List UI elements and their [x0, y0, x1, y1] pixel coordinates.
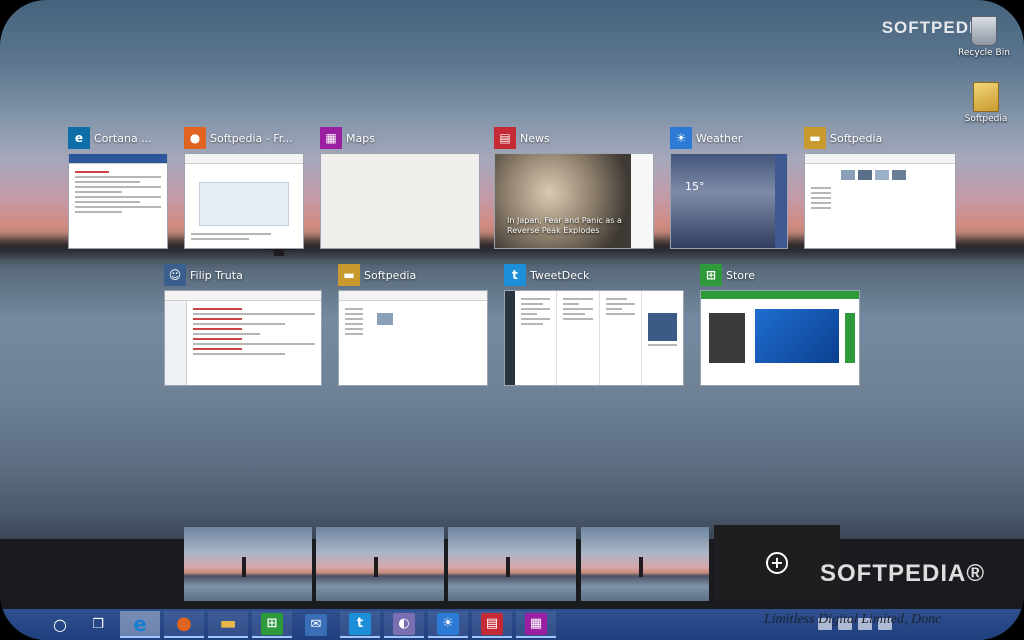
twitter-icon: t	[504, 264, 526, 286]
chat-icon: ◐	[393, 612, 415, 635]
edge-icon: e	[68, 127, 90, 149]
taskbar-file-explorer[interactable]: ▬	[208, 611, 248, 638]
taskbar-weather[interactable]: ☀	[428, 611, 468, 638]
softpedia-watermark-bottom: SOFTPEDIA®	[820, 560, 986, 587]
taskbar-store[interactable]: ⊞	[252, 611, 292, 638]
taskbar-news[interactable]: ▤	[472, 611, 512, 638]
window-thumbnail	[164, 290, 322, 386]
recycle-bin-label: Recycle Bin	[958, 48, 1010, 58]
taskbar-twitter[interactable]: t	[340, 611, 380, 638]
folder-icon	[973, 82, 999, 112]
news-icon: ▤	[481, 612, 503, 635]
virtual-desktop-1[interactable]	[184, 527, 312, 601]
window-thumbnail: In Japan, Fear and Panic as a Reverse Pe…	[494, 153, 654, 249]
window-title: News	[520, 131, 550, 145]
taskbar-search[interactable]: ○	[40, 611, 80, 638]
window-title: Softpedia - Fr...	[210, 131, 293, 145]
recycle-bin-desktop-icon[interactable]: Recycle Bin	[954, 16, 1014, 58]
softpedia-desktop-label: Softpedia	[964, 114, 1008, 124]
avatar-icon: ☺	[164, 264, 186, 286]
store-icon: ⊞	[700, 264, 722, 286]
news-icon: ▤	[494, 127, 516, 149]
folder-icon: ▬	[338, 264, 360, 286]
weather-temperature: 15°	[685, 180, 705, 193]
virtual-desktop-4[interactable]	[581, 527, 709, 601]
maps-icon: ▦	[525, 612, 547, 635]
folder-icon: ▬	[219, 613, 237, 634]
window-thumbnail	[320, 153, 480, 249]
window-thumbnail: 15°	[670, 153, 788, 249]
store-icon: ⊞	[261, 612, 283, 635]
twitter-icon: t	[349, 612, 371, 635]
news-headline: In Japan, Fear and Panic as a Reverse Pe…	[507, 216, 622, 235]
footer-text: Limitless Digital Limited, Donc	[764, 612, 942, 627]
edge-icon: e	[133, 611, 147, 636]
window-title: Store	[726, 268, 756, 282]
taskbar-firefox[interactable]: ●	[164, 611, 204, 638]
maps-icon: ▦	[320, 127, 342, 149]
window-thumbnail	[504, 290, 684, 386]
task-view-icon: ❐	[92, 617, 104, 632]
recycle-bin-icon	[971, 16, 997, 46]
window-thumbnail	[804, 153, 956, 249]
window-thumbnail	[184, 153, 304, 249]
weather-icon: ☀	[670, 127, 692, 149]
window-title: Filip Truta	[190, 268, 243, 282]
window-thumbnail	[68, 153, 168, 249]
virtual-desktop-3[interactable]	[448, 527, 576, 601]
window-thumbnail	[338, 290, 488, 386]
taskbar-task-view[interactable]: ❐	[78, 611, 118, 638]
window-title: Weather	[696, 131, 743, 145]
window-title: Softpedia	[364, 268, 417, 282]
window-title: TweetDeck	[530, 268, 590, 282]
firefox-icon: ●	[176, 613, 192, 634]
window-title: Maps	[346, 131, 375, 145]
softpedia-desktop-icon[interactable]: Softpedia	[956, 82, 1016, 124]
search-icon: ○	[53, 615, 67, 634]
taskbar-chat[interactable]: ◐	[384, 611, 424, 638]
weather-icon: ☀	[437, 612, 459, 635]
desktop: SOFTPEDIA Recycle Bin Softpedia e Cortan…	[0, 0, 1024, 640]
mail-icon: ✉	[305, 613, 327, 636]
virtual-desktop-2[interactable]	[316, 527, 444, 601]
add-icon: +	[766, 552, 788, 574]
taskbar-maps[interactable]: ▦	[516, 611, 556, 638]
window-thumbnail	[700, 290, 860, 386]
window-title: Cortana ...	[94, 131, 152, 145]
window-title: Softpedia	[830, 131, 883, 145]
taskbar-edge[interactable]: e	[120, 611, 160, 638]
taskbar-thunderbird[interactable]: ✉	[296, 611, 336, 638]
firefox-icon: ●	[184, 127, 206, 149]
folder-icon: ▬	[804, 127, 826, 149]
